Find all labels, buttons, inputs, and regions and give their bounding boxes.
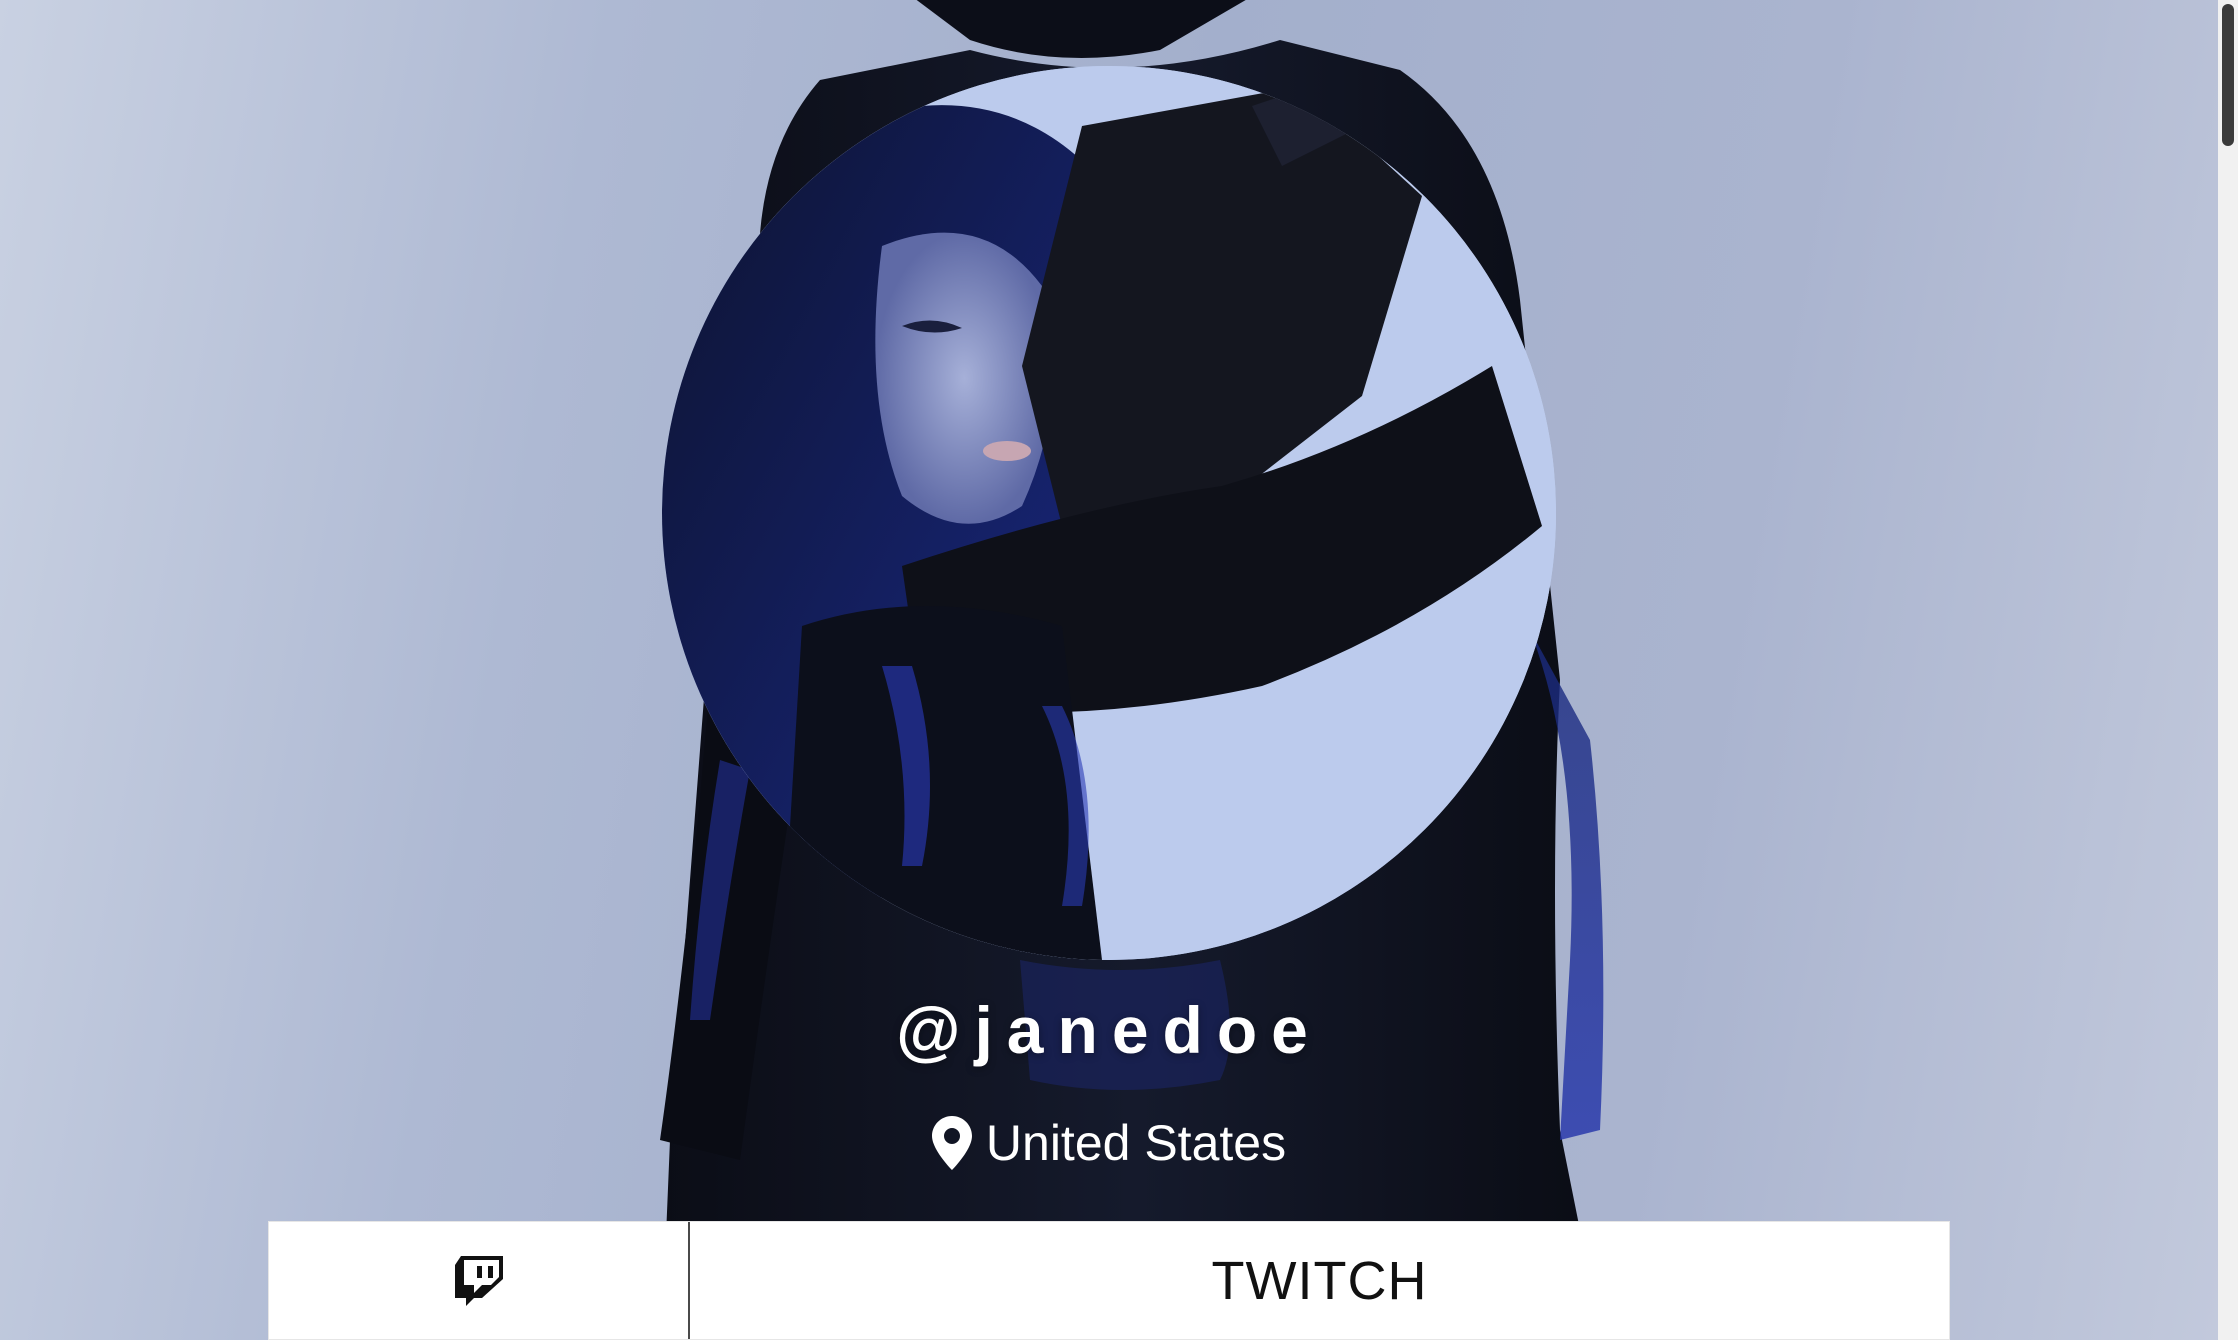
twitch-link-button[interactable]: TWITCH	[268, 1221, 1950, 1340]
location-text: United States	[985, 1115, 1287, 1171]
scrollbar-thumb[interactable]	[2222, 4, 2234, 146]
profile-avatar	[662, 66, 1556, 960]
profile-username: @janedoe	[896, 993, 1322, 1067]
profile-page: @janedoe United States TWITCH	[0, 0, 2218, 1340]
profile-location: United States	[0, 1114, 2218, 1172]
map-pin-icon	[931, 1116, 972, 1170]
avatar-photo	[662, 66, 1556, 960]
twitch-icon	[454, 1255, 503, 1306]
page-scrollbar[interactable]	[2218, 0, 2238, 1340]
link-label: TWITCH	[1211, 1250, 1428, 1311]
link-icon-cell	[269, 1222, 690, 1339]
